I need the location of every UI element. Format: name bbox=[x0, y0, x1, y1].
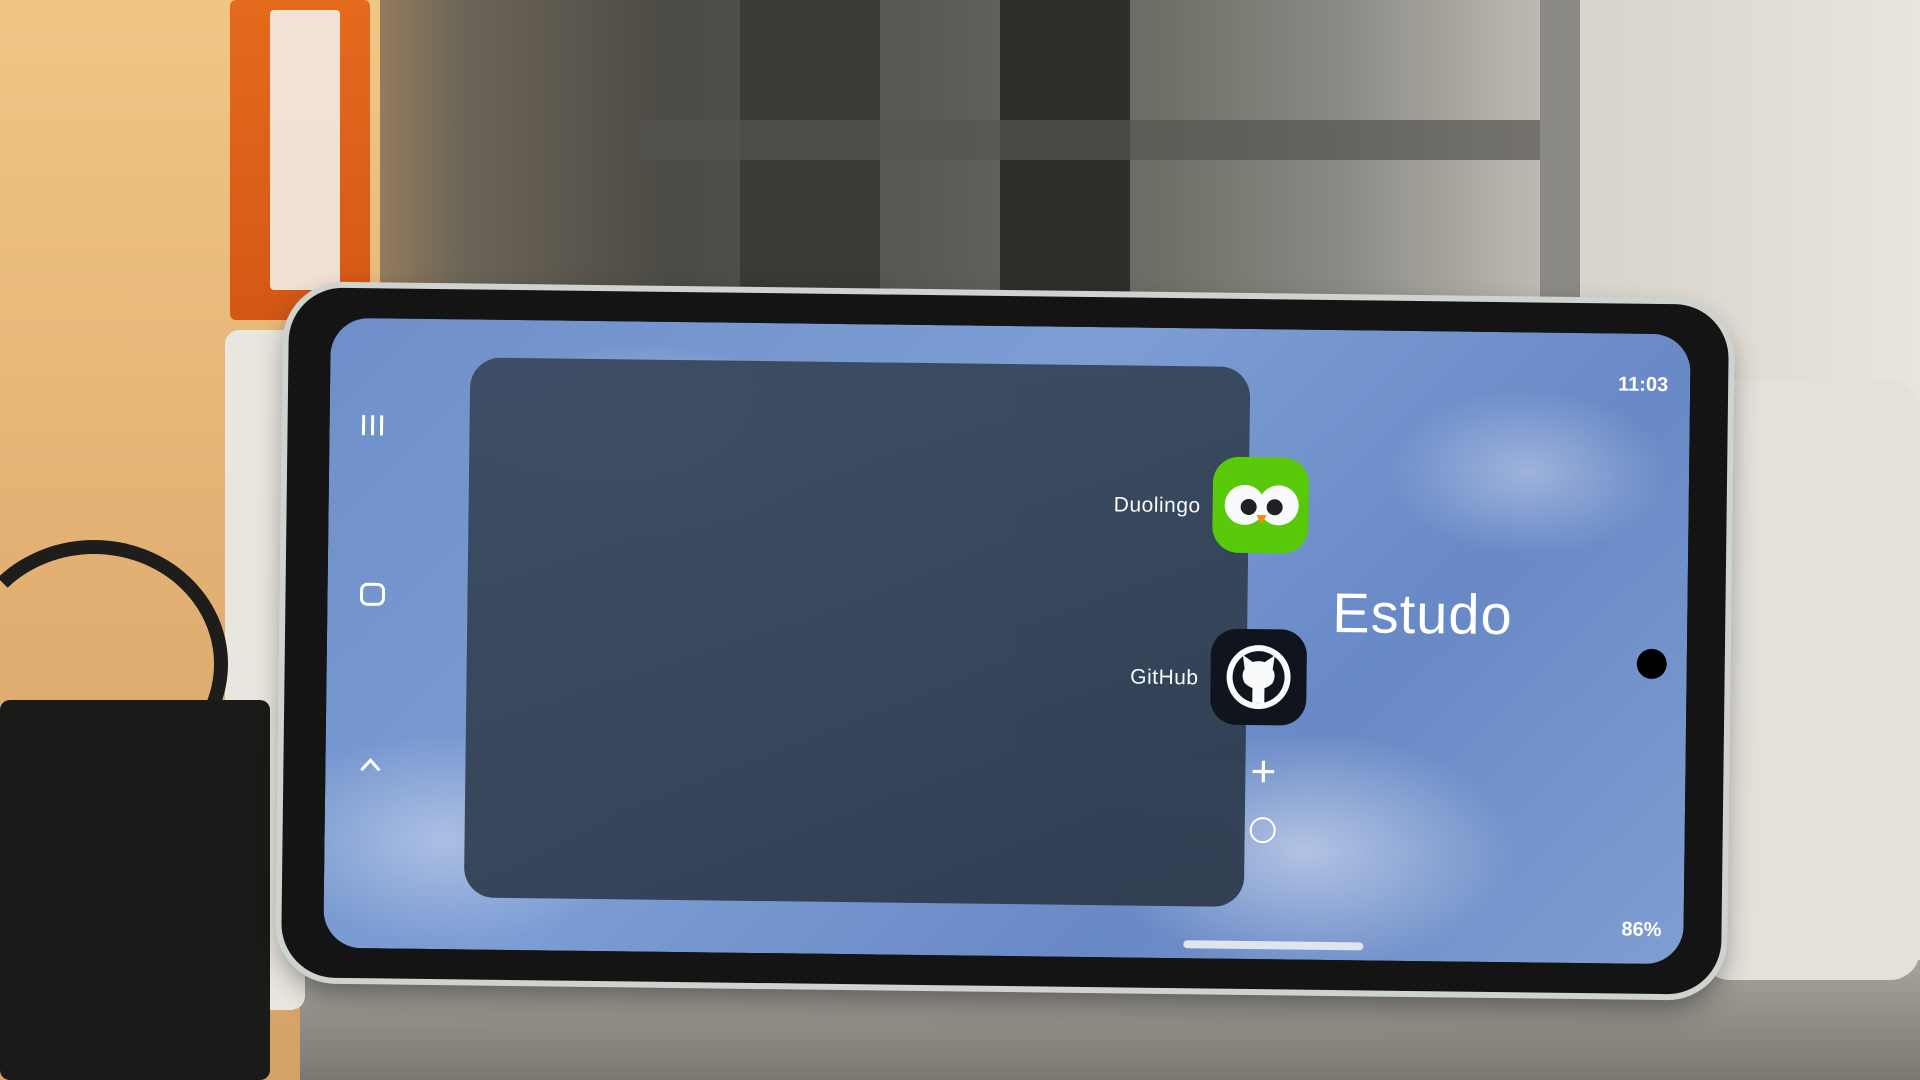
page-indicator-dot bbox=[1249, 817, 1276, 844]
recents-icon bbox=[361, 415, 384, 436]
app-github[interactable]: GitHub bbox=[1106, 627, 1308, 749]
app-label: GitHub bbox=[1130, 665, 1199, 690]
camera-scene: Duolingo GitHub Estudo + 11:03 86% bbox=[0, 0, 1920, 1080]
camera-housing bbox=[0, 700, 270, 1080]
background-orange-cloth bbox=[230, 0, 370, 320]
phone-device: Duolingo GitHub Estudo + 11:03 86% bbox=[280, 287, 1730, 995]
home-button[interactable] bbox=[347, 576, 398, 627]
folder-panel: Duolingo GitHub bbox=[463, 357, 1310, 907]
folder-title[interactable]: Estudo bbox=[1332, 580, 1513, 647]
app-duolingo[interactable]: Duolingo bbox=[1108, 455, 1310, 577]
app-label: Duolingo bbox=[1113, 493, 1201, 518]
robot-arm bbox=[1700, 380, 1920, 980]
home-icon bbox=[359, 582, 386, 606]
back-icon bbox=[360, 758, 381, 772]
status-time: 11:03 bbox=[1617, 373, 1669, 397]
battery-level: 86% bbox=[1621, 918, 1662, 942]
recents-button[interactable] bbox=[349, 408, 400, 459]
add-apps-button[interactable]: + bbox=[1243, 747, 1283, 796]
gesture-handle[interactable] bbox=[1183, 940, 1364, 951]
phone-screen: Duolingo GitHub Estudo + 11:03 86% bbox=[323, 317, 1691, 965]
navigation-bar bbox=[323, 318, 421, 949]
background-beam bbox=[640, 120, 1540, 160]
back-button[interactable] bbox=[345, 748, 396, 799]
duolingo-owl-icon bbox=[1212, 456, 1310, 554]
github-octocat-icon bbox=[1209, 628, 1308, 726]
